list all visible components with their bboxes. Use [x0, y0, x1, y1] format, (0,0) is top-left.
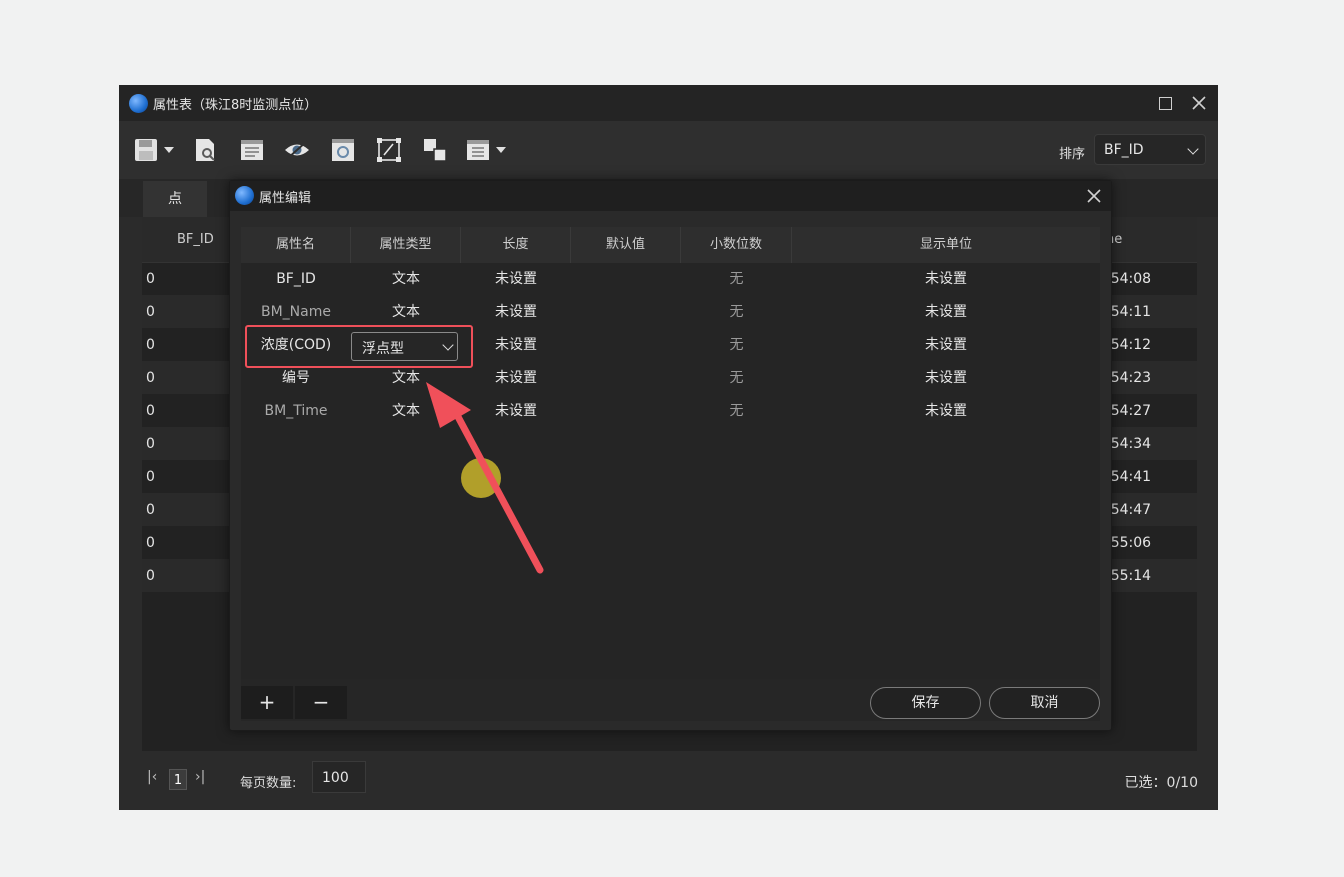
annotation-arrow-icon [426, 382, 544, 574]
